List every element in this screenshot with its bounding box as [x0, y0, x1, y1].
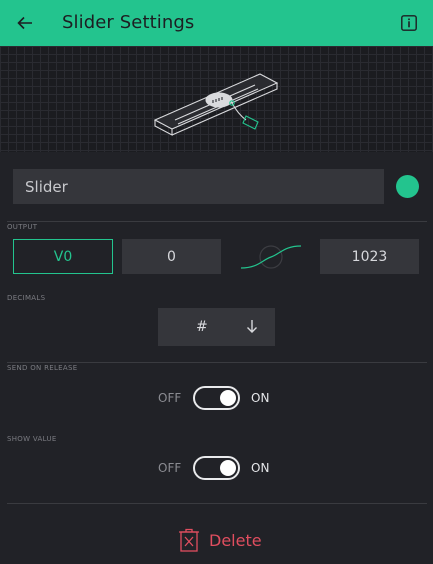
header-bar: Slider Settings	[0, 0, 433, 46]
divider	[7, 503, 427, 504]
delete-button[interactable]: Delete	[178, 527, 262, 553]
slider-widget-illustration	[153, 73, 279, 136]
send-on-release-off-label: OFF	[158, 391, 182, 405]
divider	[7, 362, 427, 363]
mapping-curve-icon	[240, 245, 302, 269]
show-value-on-label: ON	[251, 461, 270, 475]
send-on-release-label: SEND ON RELEASE	[7, 364, 78, 372]
trash-icon	[179, 528, 199, 552]
info-icon	[401, 15, 417, 31]
delete-label: Delete	[209, 530, 262, 550]
back-button[interactable]	[10, 8, 40, 38]
show-value-toggle[interactable]	[193, 456, 240, 480]
show-value-off-label: OFF	[158, 461, 182, 475]
decimals-label: DECIMALS	[7, 294, 46, 302]
decimals-dropdown[interactable]: #	[158, 308, 275, 346]
min-value-input[interactable]	[122, 239, 221, 274]
show-value-row: OFF ON	[0, 455, 433, 481]
pin-select-button[interactable]: V0	[13, 239, 113, 274]
decimals-value: #	[196, 319, 208, 335]
divider	[7, 221, 427, 222]
send-on-release-toggle[interactable]	[193, 386, 240, 410]
page-title: Slider Settings	[62, 12, 195, 33]
widget-name-input[interactable]	[13, 169, 384, 204]
arrow-left-icon	[17, 16, 32, 30]
toggle-knob	[220, 390, 236, 406]
arrow-down-icon	[247, 320, 257, 333]
widget-preview	[0, 46, 433, 152]
show-value-label: SHOW VALUE	[7, 435, 57, 443]
send-on-release-on-label: ON	[251, 391, 270, 405]
toggle-knob	[220, 460, 236, 476]
output-label: OUTPUT	[7, 223, 38, 231]
send-on-release-row: OFF ON	[0, 385, 433, 411]
info-button[interactable]	[397, 11, 421, 35]
color-picker-button[interactable]	[396, 175, 419, 198]
max-value-input[interactable]	[320, 239, 419, 274]
